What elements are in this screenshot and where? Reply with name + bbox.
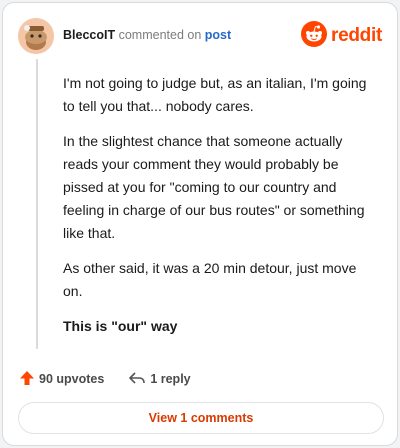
comment-header: BleccoIT commented on post reddit xyxy=(18,18,382,54)
meta-verb: commented on xyxy=(118,28,202,42)
upvote-arrow-icon xyxy=(19,370,35,389)
upvote-count: 90 upvotes xyxy=(39,372,105,386)
comment-paragraph: This is "our" way xyxy=(63,318,178,334)
comment-card: BleccoIT commented on post reddit I'm no… xyxy=(2,2,398,446)
upvote-button[interactable]: 90 upvotes xyxy=(19,370,104,389)
post-link[interactable]: post xyxy=(205,28,231,42)
view-comments-button[interactable]: View 1 comments xyxy=(18,402,384,434)
reply-count: 1 reply xyxy=(150,372,191,386)
comment-meta: BleccoIT commented on post xyxy=(63,28,231,42)
comment-body: I'm not going to judge but, as an italia… xyxy=(63,72,373,350)
reddit-logo[interactable]: reddit xyxy=(301,20,382,52)
comment-paragraph: I'm not going to judge but, as an italia… xyxy=(63,75,367,114)
reddit-logo-icon xyxy=(301,20,328,52)
reddit-wordmark: reddit xyxy=(331,25,382,46)
thread-line xyxy=(36,59,38,349)
reply-button[interactable]: 1 reply xyxy=(128,370,191,389)
username[interactable]: BleccoIT xyxy=(63,28,115,42)
comment-paragraph: As other said, it was a 20 min detour, j… xyxy=(63,260,357,299)
comment-actions: 90 upvotes 1 reply xyxy=(19,369,215,389)
avatar[interactable] xyxy=(18,18,54,54)
comment-paragraph: In the slightest chance that someone act… xyxy=(63,133,365,241)
reply-arrow-icon xyxy=(128,370,146,389)
